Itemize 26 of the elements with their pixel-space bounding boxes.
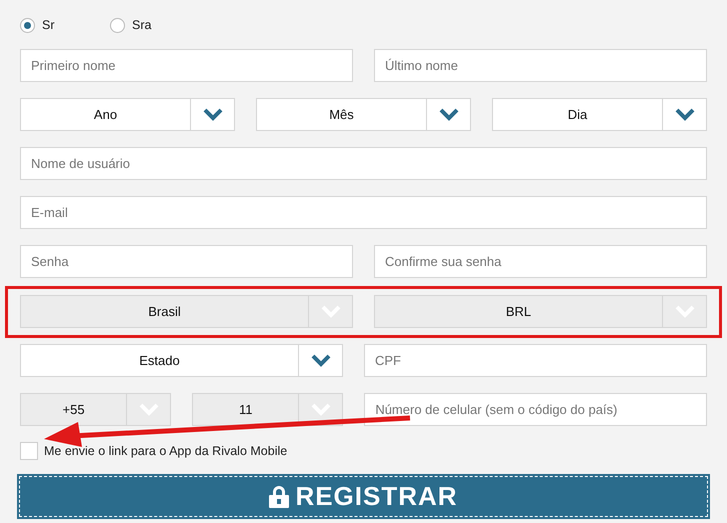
dropdown[interactable]: Estado <box>20 344 343 377</box>
input-field[interactable]: Número de celular (sem o código do país) <box>364 393 707 426</box>
input-field[interactable]: E-mail <box>20 196 707 229</box>
lock-icon <box>269 486 290 508</box>
dropdown[interactable]: Mês <box>256 98 471 131</box>
radio-label: Sra <box>132 18 152 32</box>
radio-option[interactable]: Sr <box>20 18 70 32</box>
checkbox[interactable] <box>20 442 38 460</box>
input-field[interactable]: Primeiro nome <box>20 49 353 82</box>
dropdown[interactable]: Dia <box>492 98 707 131</box>
chevron-down-icon <box>310 354 330 367</box>
input-field[interactable]: Confirme sua senha <box>374 245 707 278</box>
checkbox-label: Me envie o link para o App da Rivalo Mobile <box>44 444 288 458</box>
register-button[interactable]: REGISTRAR <box>17 474 710 519</box>
radio-button[interactable] <box>110 18 125 32</box>
input-field[interactable]: Senha <box>20 245 353 278</box>
input-field[interactable]: Último nome <box>374 49 707 82</box>
radio-button[interactable] <box>20 18 35 32</box>
chevron-down-icon <box>674 108 694 121</box>
input-field[interactable]: CPF <box>364 344 707 377</box>
chevron-down-icon <box>438 108 458 121</box>
dropdown[interactable]: Ano <box>20 98 235 131</box>
input-field[interactable]: Nome de usuário <box>20 147 707 180</box>
chevron-down-icon <box>202 108 222 121</box>
radio-label: Sr <box>42 18 54 32</box>
radio-option[interactable]: Sra <box>110 18 160 32</box>
